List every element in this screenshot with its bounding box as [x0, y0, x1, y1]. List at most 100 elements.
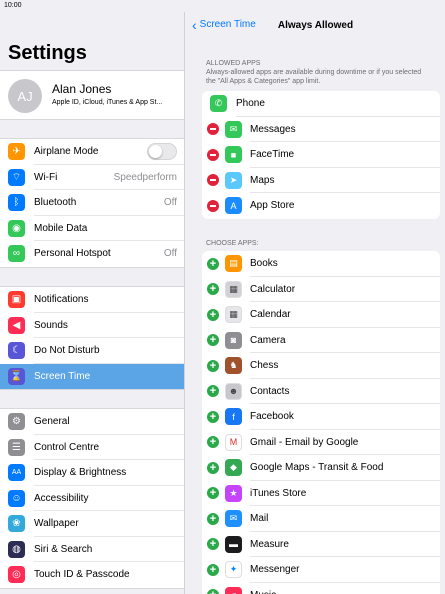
messenger-icon: ✦ — [225, 561, 242, 579]
sidebar-item-label: Screen Time — [34, 370, 91, 382]
flower-icon: ❀ — [8, 515, 25, 533]
gmail-icon: M — [225, 433, 242, 451]
add-circle-icon[interactable] — [207, 334, 219, 347]
app-row-messenger: ✦ Messenger — [202, 557, 440, 583]
remove-circle-icon[interactable] — [207, 148, 219, 161]
nav-title: Always Allowed — [277, 20, 354, 31]
app-label: Google Maps - Transit & Food — [250, 462, 384, 474]
app-row-phone: ✆ Phone — [202, 91, 440, 117]
sidebar-item-label: Wi-Fi — [34, 171, 58, 183]
calendar-icon: ▦ — [225, 306, 242, 324]
sidebar-item-do-not-disturb[interactable]: ☾ Do Not Disturb — [0, 338, 184, 364]
gear-icon: ⚙ — [8, 413, 25, 431]
app-label: FaceTime — [250, 149, 295, 161]
switches-icon: ☰ — [8, 438, 25, 456]
add-circle-icon[interactable] — [207, 283, 219, 296]
sidebar-item-label: Do Not Disturb — [34, 345, 100, 357]
app-row-itunes-store: ★ iTunes Store — [202, 481, 440, 506]
hourglass-icon: ⌛ — [8, 367, 25, 385]
app-label: Gmail - Email by Google — [250, 436, 359, 448]
add-circle-icon[interactable] — [207, 385, 219, 398]
chess-icon: ♞ — [225, 357, 242, 375]
accessibility-icon: ☺ — [8, 489, 25, 507]
sidebar-item-label: Control Centre — [34, 441, 100, 453]
sidebar-item-control-centre[interactable]: ☰ Control Centre — [0, 435, 184, 460]
sidebar-item-label: General — [34, 416, 70, 428]
add-circle-icon[interactable] — [207, 436, 219, 449]
sidebar-item-display-brightness[interactable]: AA Display & Brightness — [0, 460, 184, 486]
app-row-app-store: A App Store — [202, 193, 440, 219]
sidebar-item-sounds[interactable]: ◀ Sounds — [0, 313, 184, 338]
sidebar-item-label: Bluetooth — [34, 197, 77, 209]
app-label: Books — [250, 258, 278, 270]
sidebar-item-general[interactable]: ⚙ General — [0, 409, 184, 435]
app-row-mail: ✉ Mail — [202, 506, 440, 532]
sidebar-item-airplane-mode[interactable]: ✈ Airplane Mode — [0, 139, 184, 165]
profile-subtitle: Apple ID, iCloud, iTunes & App St... — [52, 99, 163, 106]
allowed-header-text: ALLOWED APPS — [206, 60, 261, 67]
allowed-apps-list: ✆ Phone ✉ Messages ■ FaceTime ➤ Maps A App Store — [202, 91, 440, 219]
sidebar-item-personal-hotspot[interactable]: ∞ Personal Hotspot Off — [0, 241, 184, 267]
sidebar-item-notifications[interactable]: ▣ Notifications — [0, 287, 184, 313]
page-title: Settings — [8, 42, 87, 64]
sidebar-item-screen-time[interactable]: ⌛ Screen Time — [0, 363, 184, 389]
airplane-icon: ✈ — [8, 143, 25, 161]
app-row-google-maps-transit-food: ◆ Google Maps - Transit & Food — [202, 455, 440, 481]
app-label: Contacts — [250, 385, 290, 397]
notifications-icon: ▣ — [8, 291, 25, 309]
speaker-icon: ◀ — [8, 316, 25, 334]
add-circle-icon[interactable] — [207, 359, 219, 372]
siri-icon: ◍ — [8, 540, 25, 558]
remove-circle-icon[interactable] — [207, 174, 219, 187]
add-circle-icon[interactable] — [207, 512, 219, 525]
app-row-calendar: ▦ Calendar — [202, 302, 440, 328]
add-circle-icon[interactable] — [207, 461, 219, 474]
bluetooth-icon: ᛒ — [8, 194, 25, 212]
add-circle-icon[interactable] — [207, 257, 219, 270]
camera-icon: ◙ — [225, 331, 242, 349]
detail-pane: ‹ Screen Time Always Allowed ALLOWED APP… — [186, 12, 445, 594]
remove-circle-icon[interactable] — [207, 123, 219, 136]
app-row-gmail-email-by-google: M Gmail - Email by Google — [202, 430, 440, 455]
nav-bar: ‹ Screen Time Always Allowed — [186, 12, 445, 40]
app-label: Camera — [250, 334, 286, 346]
hotspot-icon: ∞ — [8, 245, 25, 263]
sidebar-item-bluetooth[interactable]: ᛒ Bluetooth Off — [0, 190, 184, 216]
itunes-store-icon: ★ — [225, 484, 242, 502]
add-circle-icon[interactable] — [207, 538, 219, 551]
wifi-icon: ⌔ — [8, 168, 25, 186]
add-circle-icon[interactable] — [207, 487, 219, 500]
remove-circle-icon[interactable] — [207, 199, 219, 212]
app-row-facetime: ■ FaceTime — [202, 142, 440, 168]
sidebar-item-label: Accessibility — [34, 492, 89, 504]
music-icon: ♫ — [225, 586, 242, 594]
app-label: Messenger — [250, 564, 300, 576]
sidebar-item-siri-search[interactable]: ◍ Siri & Search — [0, 537, 184, 562]
app-label: Phone — [236, 98, 265, 110]
sidebar-item-label: Airplane Mode — [34, 146, 99, 158]
add-circle-icon[interactable] — [207, 308, 219, 321]
sidebar-item-label: Display & Brightness — [34, 467, 127, 479]
sidebar-item-touch-id-passcode[interactable]: ◎ Touch ID & Passcode — [0, 562, 184, 588]
sidebar-item-mobile-data[interactable]: ◉ Mobile Data — [0, 216, 184, 241]
sidebar-item-wallpaper[interactable]: ❀ Wallpaper — [0, 511, 184, 537]
sidebar-item-accessibility[interactable]: ☺ Accessibility — [0, 486, 184, 511]
profile-row[interactable]: AJ Alan Jones Apple ID, iCloud, iTunes &… — [0, 70, 184, 120]
maps-icon: ➤ — [225, 171, 242, 189]
app-row-contacts: ☻ Contacts — [202, 379, 440, 404]
avatar: AJ — [8, 79, 42, 113]
add-circle-icon[interactable] — [207, 589, 219, 594]
measure-icon: ▬ — [225, 535, 242, 553]
choose-apps-header: CHOOSE APPS: — [206, 240, 259, 247]
app-row-books: ▤ Books — [202, 251, 440, 277]
settings-sidebar: Settings AJ Alan Jones Apple ID, iCloud,… — [0, 12, 185, 594]
add-circle-icon[interactable] — [207, 563, 219, 576]
app-row-maps: ➤ Maps — [202, 168, 440, 193]
airplane-mode-toggle[interactable] — [147, 143, 177, 161]
sidebar-item-label: Siri & Search — [34, 543, 93, 555]
moon-icon: ☾ — [8, 342, 25, 360]
app-label: Maps — [250, 174, 275, 186]
add-circle-icon[interactable] — [207, 410, 219, 423]
sidebar-item-wi-fi[interactable]: ⌔ Wi-Fi Speedperform — [0, 165, 184, 190]
app-row-facebook: f Facebook — [202, 404, 440, 430]
